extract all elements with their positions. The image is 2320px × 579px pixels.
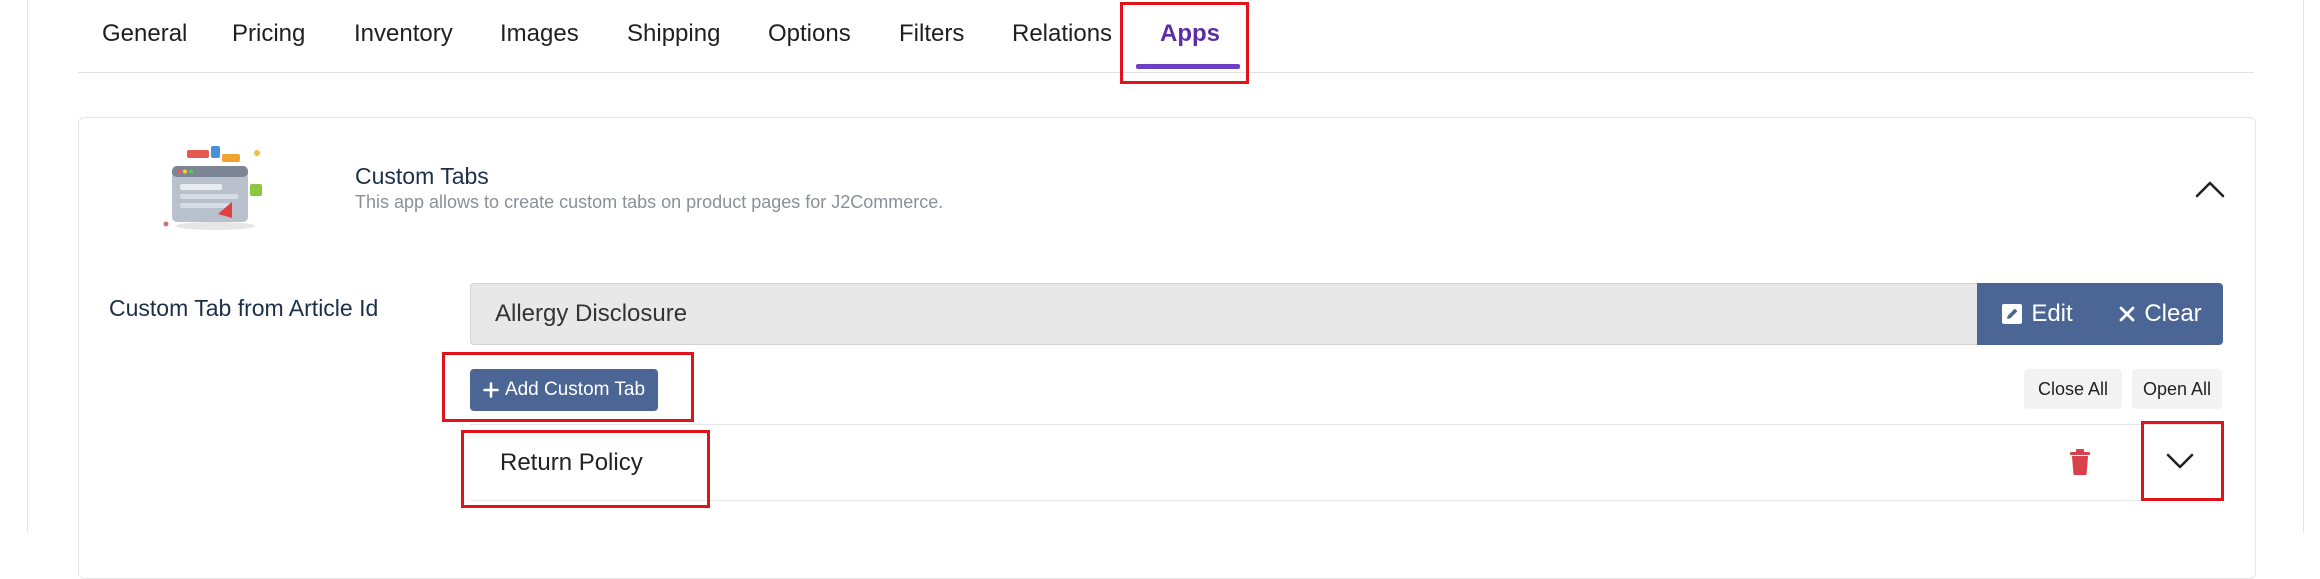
edit-button-label: Edit (2031, 300, 2073, 327)
close-icon (2119, 306, 2135, 322)
tab-images[interactable]: Images (500, 20, 579, 48)
active-tab-indicator (1136, 64, 1240, 69)
chevron-down-icon[interactable] (2162, 446, 2198, 476)
page-left-border (27, 0, 28, 532)
tab-inventory[interactable]: Inventory (354, 20, 453, 48)
app-title: Custom Tabs (355, 163, 489, 189)
add-custom-tab-button[interactable]: Add Custom Tab (470, 369, 658, 411)
add-custom-tab-label: Add Custom Tab (504, 379, 646, 400)
tab-shipping[interactable]: Shipping (627, 20, 720, 48)
app-description: This app allows to create custom tabs on… (355, 192, 944, 212)
plus-icon (483, 382, 499, 398)
edit-icon (2002, 304, 2023, 324)
chevron-up-icon[interactable] (2192, 170, 2228, 206)
page-right-border (2303, 0, 2304, 532)
tab-filters[interactable]: Filters (899, 20, 964, 48)
close-all-button[interactable]: Close All (2024, 369, 2122, 409)
custom-tab-article-label: Custom Tab from Article Id (109, 295, 379, 321)
open-all-button[interactable]: Open All (2132, 369, 2222, 409)
tab-options[interactable]: Options (768, 20, 851, 48)
tab-apps[interactable]: Apps (1160, 20, 1220, 48)
clear-button[interactable]: Clear (2097, 283, 2223, 345)
tab-general[interactable]: General (102, 20, 187, 48)
row-divider-bottom (470, 500, 2224, 501)
clear-button-label: Clear (2144, 300, 2202, 327)
article-field-buttons: Edit Clear (1977, 283, 2223, 345)
tab-relations[interactable]: Relations (1012, 20, 1112, 48)
tab-pricing[interactable]: Pricing (232, 20, 305, 48)
app-illustration (163, 146, 262, 230)
trash-icon[interactable] (2068, 448, 2092, 476)
article-id-field[interactable]: Allergy Disclosure (470, 283, 1978, 345)
custom-tab-title[interactable]: Return Policy (500, 449, 643, 477)
row-divider-top (470, 424, 2224, 425)
edit-button[interactable]: Edit (1977, 283, 2097, 345)
